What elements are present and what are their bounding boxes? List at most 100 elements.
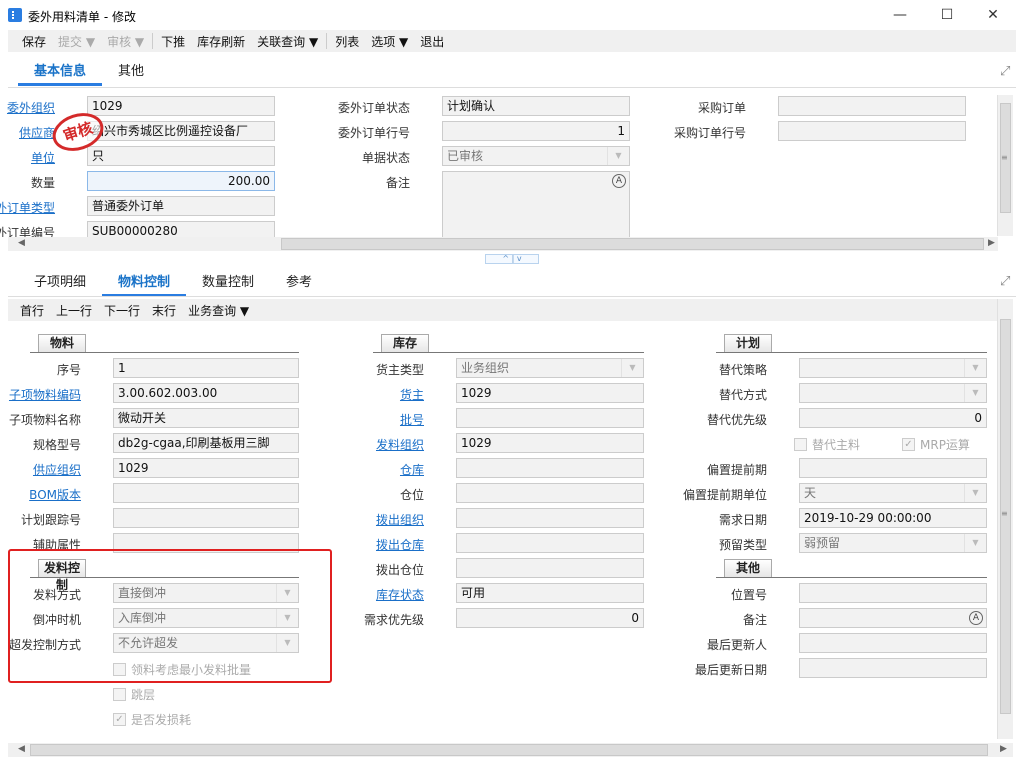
toolbar-button[interactable]: 下推 — [155, 33, 191, 50]
field-input[interactable] — [456, 408, 644, 428]
toolbar-button[interactable]: 选项 ▼ — [365, 33, 414, 50]
field-label[interactable]: 库存状态 — [376, 586, 424, 603]
field-input[interactable]: 2019-10-29 00:00:00 — [799, 508, 987, 528]
field-label[interactable]: 供应组织 — [33, 461, 81, 478]
field-label[interactable]: 单位 — [31, 149, 55, 166]
memo-edit-icon[interactable]: A — [969, 611, 983, 625]
field-input[interactable]: 已审核 ▼ — [442, 146, 630, 166]
field-label[interactable]: 委外组织 — [7, 99, 55, 116]
field-input[interactable]: 绍兴市秀城区比例遥控设备厂 — [87, 121, 275, 141]
field-input[interactable] — [799, 583, 987, 603]
field-input[interactable]: 1029 — [456, 383, 644, 403]
tab-2[interactable]: 数量控制 — [186, 271, 270, 297]
field-label[interactable]: 仓库 — [400, 461, 424, 478]
row-nav-button[interactable]: 下一行 — [98, 302, 146, 319]
detail-horizontal-scrollbar[interactable]: ◀ ▶ — [8, 743, 1013, 757]
maximize-button[interactable]: ☐ — [932, 4, 962, 26]
field-input[interactable] — [799, 658, 987, 678]
field-label[interactable]: 委外订单类型 — [0, 199, 55, 216]
field-input[interactable] — [778, 96, 966, 116]
field-input[interactable]: 0 — [456, 608, 644, 628]
field-input[interactable] — [778, 121, 966, 141]
tab-1[interactable]: 物料控制 — [102, 271, 187, 297]
field-input[interactable] — [456, 508, 644, 528]
checkbox-box[interactable]: ✓ — [113, 713, 126, 726]
row-nav-button[interactable]: 末行 — [146, 302, 182, 319]
checkbox[interactable]: ✓ MRP运算 — [902, 436, 970, 453]
tab-3[interactable]: 参考 — [270, 271, 328, 297]
expand-icon[interactable]: ⤢ — [1000, 274, 1010, 289]
field-label[interactable]: BOM版本 — [29, 486, 81, 503]
field-input[interactable]: 200.00 — [87, 171, 275, 191]
memo-edit-icon[interactable]: A — [612, 174, 626, 188]
toolbar-button[interactable]: 提交 ▼ — [52, 33, 101, 50]
field-label[interactable]: 批号 — [400, 411, 424, 428]
toolbar-button[interactable]: 退出 — [414, 33, 450, 50]
field-input[interactable]: 1 — [113, 358, 299, 378]
field-input[interactable] — [799, 633, 987, 653]
dropdown-arrow-icon[interactable]: ▼ — [621, 359, 643, 377]
field-input[interactable]: ▼ — [799, 358, 987, 378]
field-input[interactable]: 1 — [442, 121, 630, 141]
close-button[interactable]: ✕ — [978, 4, 1008, 26]
header-horizontal-scrollbar[interactable]: ◀ ▶ — [8, 237, 998, 251]
row-nav-button[interactable]: 业务查询 ▼ — [182, 302, 255, 319]
field-input[interactable]: ▼ — [799, 383, 987, 403]
dropdown-arrow-icon[interactable]: ▼ — [964, 359, 986, 377]
expand-icon[interactable]: ⤢ — [1000, 64, 1010, 79]
checkbox[interactable]: ✓ 是否发损耗 — [113, 711, 191, 728]
field-label[interactable]: 发料组织 — [376, 436, 424, 453]
field-input[interactable] — [799, 458, 987, 478]
field-label[interactable]: 子项物料编码 — [9, 386, 81, 403]
checkbox[interactable]: 替代主料 — [794, 436, 860, 453]
dropdown-arrow-icon[interactable]: ▼ — [964, 484, 986, 502]
field-input[interactable]: 3.00.602.003.00 — [113, 383, 299, 403]
field-input[interactable]: A — [442, 171, 630, 237]
toolbar-button[interactable]: 库存刷新 — [191, 33, 251, 50]
field-input[interactable] — [113, 508, 299, 528]
toolbar-button[interactable]: 审核 ▼ — [101, 33, 150, 50]
field-input[interactable]: SUB00000280 — [87, 221, 275, 237]
dropdown-arrow-icon[interactable]: ▼ — [964, 384, 986, 402]
field-input[interactable]: 普通委外订单 — [87, 196, 275, 216]
field-input[interactable]: 只 — [87, 146, 275, 166]
field-input[interactable]: 1029 — [113, 458, 299, 478]
checkbox-box[interactable]: ✓ — [902, 438, 915, 451]
field-input[interactable] — [456, 458, 644, 478]
toolbar-button[interactable]: 保存 — [16, 33, 52, 50]
field-label[interactable]: 拨出组织 — [376, 511, 424, 528]
tab-0[interactable]: 基本信息 — [18, 60, 103, 86]
tab-1[interactable]: 其他 — [102, 60, 160, 86]
field-input[interactable]: 0 — [799, 408, 987, 428]
dropdown-arrow-icon[interactable]: ▼ — [964, 534, 986, 552]
field-input[interactable]: 业务组织 ▼ — [456, 358, 644, 378]
detail-vertical-scrollbar[interactable]: ≡ — [997, 299, 1013, 739]
field-input[interactable] — [113, 483, 299, 503]
header-vertical-scrollbar[interactable]: ≡ — [997, 95, 1013, 236]
field-input[interactable]: 弱预留 ▼ — [799, 533, 987, 553]
row-nav-button[interactable]: 首行 — [14, 302, 50, 319]
field-label[interactable]: 供应商 — [19, 124, 55, 141]
tab-0[interactable]: 子项明细 — [18, 271, 102, 297]
row-nav-button[interactable]: 上一行 — [50, 302, 98, 319]
toolbar-button[interactable]: 关联查询 ▼ — [251, 33, 324, 50]
field-input[interactable]: A — [799, 608, 987, 628]
field-input[interactable]: 1029 — [456, 433, 644, 453]
minimize-button[interactable]: — — [885, 4, 915, 26]
field-input[interactable]: 计划确认 — [442, 96, 630, 116]
toolbar-button[interactable]: 列表 — [329, 33, 365, 50]
splitter-toggle[interactable]: ^ | v — [485, 254, 539, 264]
checkbox-box[interactable] — [794, 438, 807, 451]
field-label[interactable]: 拨出仓库 — [376, 536, 424, 553]
checkbox[interactable]: 跳层 — [113, 686, 155, 703]
field-input[interactable]: 微动开关 — [113, 408, 299, 428]
field-input[interactable] — [456, 558, 644, 578]
field-input[interactable]: 天 ▼ — [799, 483, 987, 503]
field-label[interactable]: 货主 — [400, 386, 424, 403]
field-input[interactable]: 1029 — [87, 96, 275, 116]
dropdown-arrow-icon[interactable]: ▼ — [607, 147, 629, 165]
field-input[interactable]: 可用 — [456, 583, 644, 603]
field-input[interactable] — [456, 533, 644, 553]
field-input[interactable]: db2g-cgaa,印刷基板用三脚 — [113, 433, 299, 453]
checkbox-box[interactable] — [113, 688, 126, 701]
